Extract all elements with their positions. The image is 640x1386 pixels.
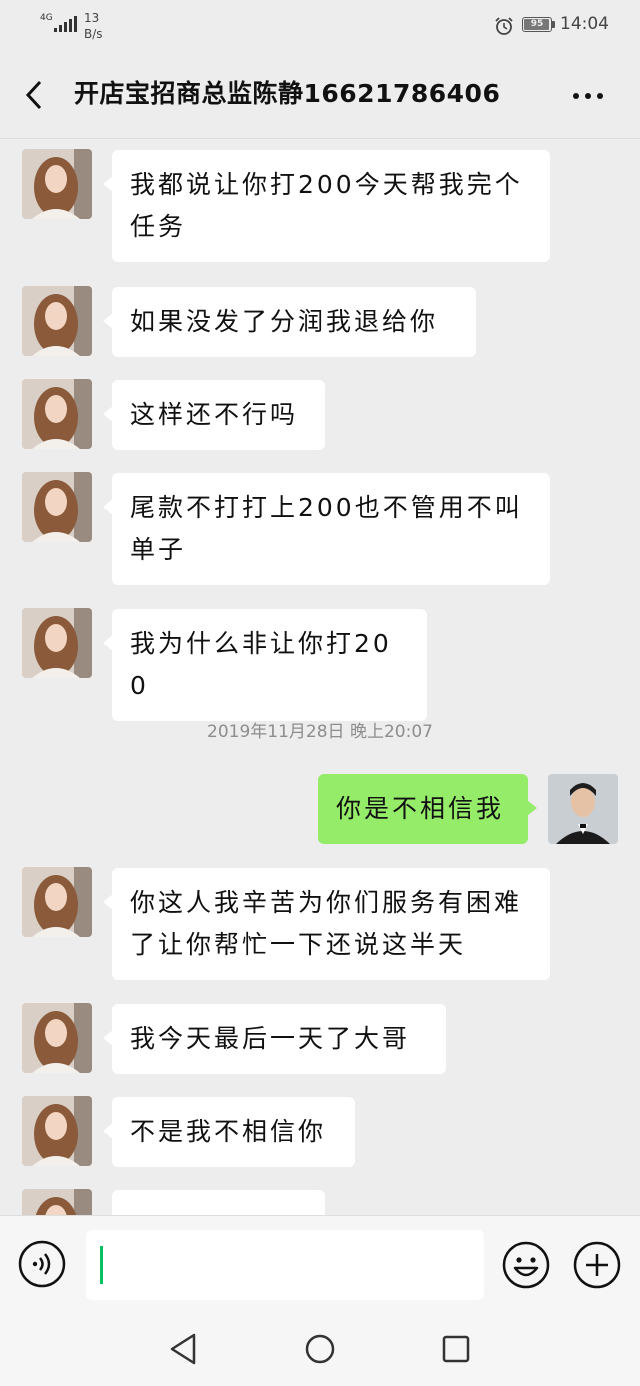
nav-recent-apps-icon[interactable]: [442, 1335, 470, 1363]
contact-avatar[interactable]: [22, 1003, 92, 1073]
network-speed: 13 B/s: [84, 10, 114, 42]
contact-avatar[interactable]: [22, 1189, 92, 1215]
more-dots-icon[interactable]: [568, 82, 608, 110]
contact-avatar[interactable]: [22, 286, 92, 356]
battery-icon: 95: [522, 17, 552, 32]
message-bubble-incoming[interactable]: 不是我不相信你: [103, 1097, 355, 1167]
contact-avatar[interactable]: [22, 608, 92, 678]
message-bubble-incoming[interactable]: 我今天最后一天了大哥: [103, 1004, 446, 1074]
speed-unit: B/s: [84, 27, 103, 41]
message-list[interactable]: 我都说让你打200今天帮我完个任务 如果没发了分润我退给你 这样还不行吗 尾款不…: [0, 139, 640, 1215]
battery-level: 95: [530, 19, 544, 29]
back-chevron-icon[interactable]: [20, 78, 50, 112]
message-bubble-incoming[interactable]: 我为什么非让你打200: [103, 609, 427, 721]
alarm-icon: [495, 17, 513, 35]
nav-back-icon[interactable]: [168, 1331, 198, 1367]
network-type: 4G: [40, 13, 53, 23]
contact-avatar[interactable]: [22, 149, 92, 219]
text-cursor: [100, 1246, 103, 1284]
message-bubble-incoming[interactable]: 这样还不行吗: [103, 380, 325, 450]
nav-home-icon[interactable]: [304, 1333, 336, 1365]
chat-input-bar: [0, 1215, 640, 1312]
contact-avatar[interactable]: [22, 472, 92, 542]
signal-icon: [54, 16, 77, 32]
message-input[interactable]: [86, 1230, 484, 1300]
contact-avatar[interactable]: [22, 1096, 92, 1166]
system-nav-bar: [0, 1311, 640, 1386]
message-bubble-outgoing[interactable]: 你是不相信我: [318, 774, 537, 844]
message-bubble-incoming[interactable]: 我都说让你打200今天帮我完个任务: [103, 150, 550, 262]
message-bubble-incoming-partial[interactable]: [112, 1190, 325, 1215]
emoji-icon[interactable]: [501, 1240, 551, 1290]
message-timestamp: 2019年11月28日 晚上20:07: [207, 722, 433, 742]
message-bubble-incoming[interactable]: 尾款不打打上200也不管用不叫单子: [103, 473, 550, 585]
contact-avatar[interactable]: [22, 379, 92, 449]
message-bubble-incoming[interactable]: 你这人我辛苦为你们服务有困难了让你帮忙一下还说这半天: [103, 868, 550, 980]
battery-tip: [552, 21, 555, 28]
speed-value: 13: [84, 11, 100, 25]
my-avatar[interactable]: [548, 774, 618, 844]
status-bar: 4G 13 B/s 95 14:04: [0, 0, 640, 52]
chat-title: 开店宝招商总监陈静16621786406: [74, 79, 501, 108]
chat-header: 开店宝招商总监陈静16621786406: [0, 52, 640, 139]
contact-avatar[interactable]: [22, 867, 92, 937]
plus-icon[interactable]: [572, 1240, 622, 1290]
voice-icon[interactable]: [18, 1240, 66, 1288]
message-bubble-incoming[interactable]: 如果没发了分润我退给你: [103, 287, 476, 357]
clock: 14:04: [560, 14, 609, 34]
